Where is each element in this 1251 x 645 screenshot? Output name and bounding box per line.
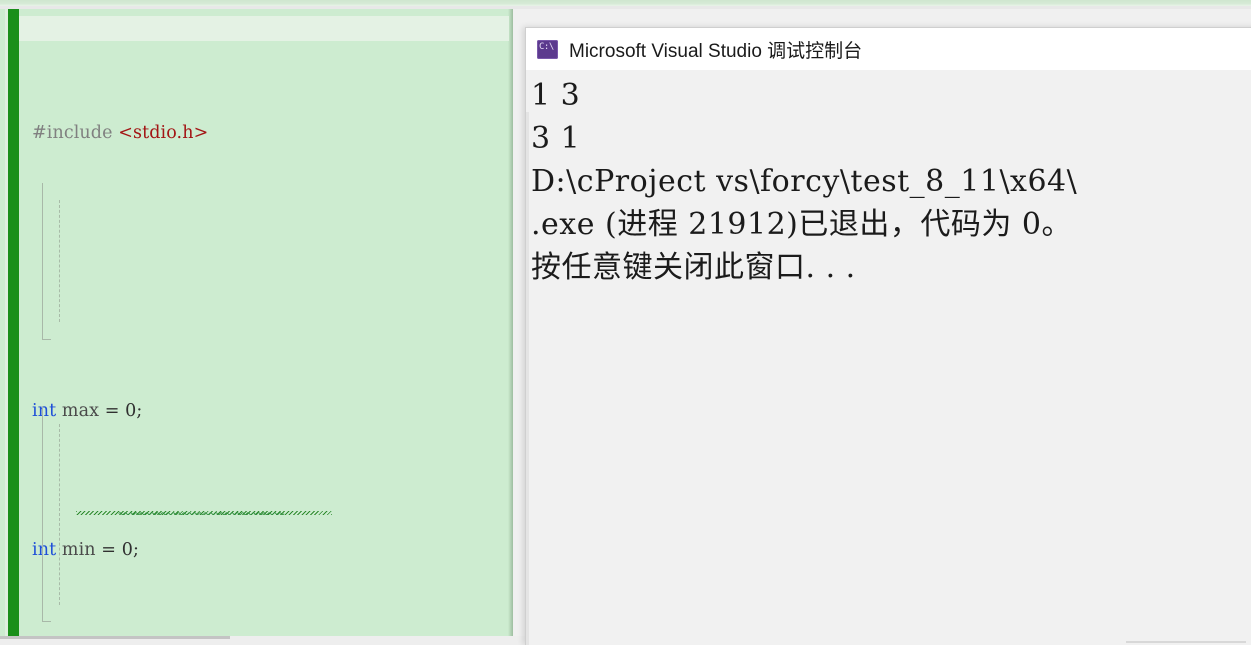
console-line: D:\cProject vs\forcy\test_8_11\x64\	[531, 164, 1078, 199]
token-int: int	[32, 401, 57, 422]
fold-guide-foot	[42, 621, 51, 622]
warning-squiggle-underline	[76, 511, 332, 515]
indent-guide	[59, 200, 60, 322]
console-line: .exe (进程 21912)已退出，代码为 0。	[531, 207, 1073, 242]
token-int: int	[32, 540, 57, 561]
fold-guide-foot	[42, 339, 51, 340]
token-zero: 0	[125, 401, 137, 422]
console-bottom-marker	[1126, 641, 1246, 643]
indent-guide	[59, 424, 60, 605]
console-window-title: Microsoft Visual Studio 调试控制台	[569, 40, 863, 62]
token-max: max	[61, 401, 100, 422]
console-left-edge	[526, 112, 529, 645]
token-zero: 0	[121, 540, 133, 561]
code-line[interactable]: #include <stdio.h>	[19, 120, 509, 148]
console-line: 按任意键关闭此窗口. . .	[531, 250, 856, 285]
console-title-bar[interactable]: Microsoft Visual Studio 调试控制台	[526, 28, 1251, 70]
code-line[interactable]: int max = 0;	[19, 398, 509, 426]
token-min: min	[61, 540, 96, 561]
code-line[interactable]: int min = 0;	[19, 537, 509, 565]
debug-console-window[interactable]: Microsoft Visual Studio 调试控制台 1 3 3 1 D:…	[525, 27, 1251, 645]
token-include: #include	[32, 123, 113, 144]
code-text-area[interactable]: #include <stdio.h> int max = 0; int min …	[19, 9, 509, 636]
fold-guide-line	[42, 406, 43, 621]
console-line: 1 3	[531, 78, 581, 113]
console-line: 3 1	[531, 121, 581, 156]
console-cmd-icon	[537, 39, 558, 59]
changed-lines-indicator-bar	[8, 9, 19, 636]
console-output-area[interactable]: 1 3 3 1 D:\cProject vs\forcy\test_8_11\x…	[526, 70, 1251, 645]
ide-bottom-divider	[0, 636, 230, 639]
token-header: <stdio.h>	[118, 123, 209, 144]
code-line-blank[interactable]	[19, 259, 509, 287]
fold-guide-line	[42, 183, 43, 339]
